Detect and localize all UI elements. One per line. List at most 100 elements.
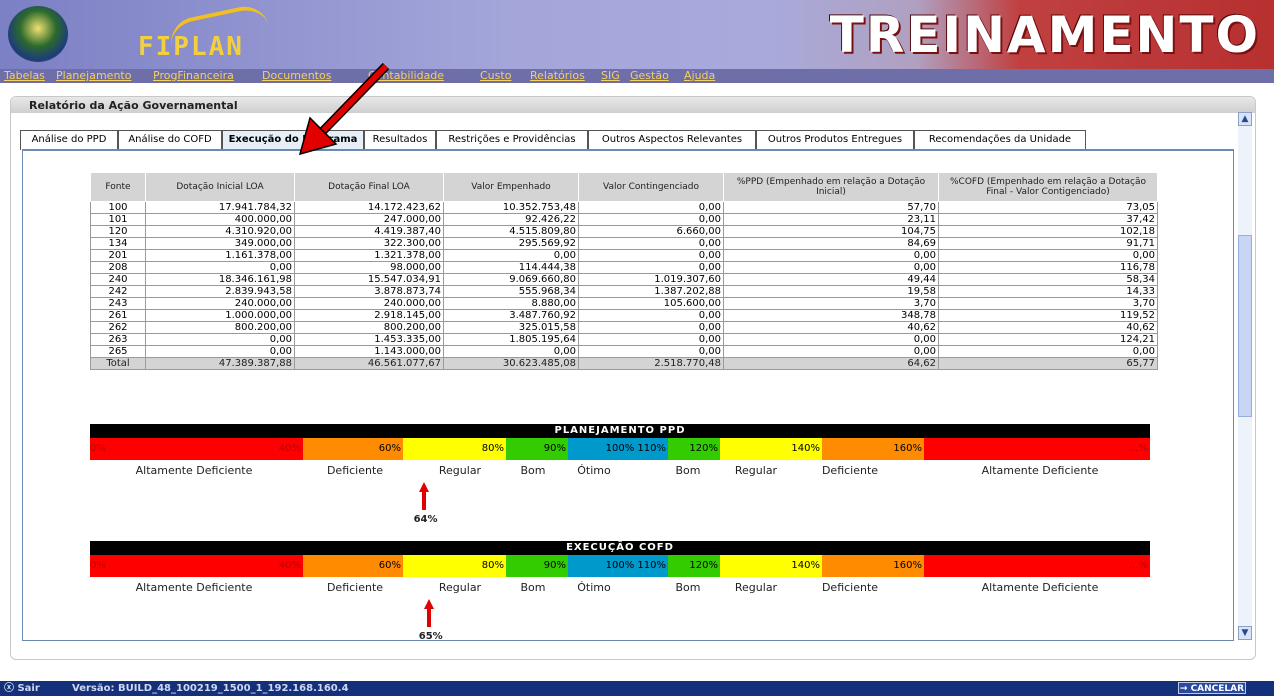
scale-segment-label: 100% 110% xyxy=(605,560,666,571)
fiplan-logo: FIPLAN xyxy=(138,32,244,62)
value-cell: 91,71 xyxy=(938,237,1158,250)
scale-segment: 40% 0% xyxy=(90,555,303,577)
value-cell: 0,00 xyxy=(938,345,1158,358)
fonte-cell: 262 xyxy=(90,321,146,334)
scale-segment-label: 140% xyxy=(791,443,820,454)
value-cell: 1.161.378,00 xyxy=(145,249,295,262)
scale-bar: 40% 0% 60% 80% 90% 100% 110% 120% 140% 160%...% xyxy=(90,438,1150,460)
value-cell: 116,78 xyxy=(938,261,1158,274)
tab-analise-ppd[interactable]: Análise do PPD xyxy=(20,130,118,150)
value-cell: 40,62 xyxy=(723,321,939,334)
scale-segment-label: 120% xyxy=(689,443,718,454)
value-cell: 0,00 xyxy=(723,345,939,358)
scale-segment-label: ...% xyxy=(1128,560,1148,571)
scale-segment: 100% 110% xyxy=(568,438,668,460)
value-cell: 295.569,92 xyxy=(443,237,579,250)
menu-item-sig[interactable]: SIG xyxy=(601,69,620,83)
scale-segment: 160% xyxy=(822,438,924,460)
menu-item-planejamento[interactable]: Planejamento xyxy=(56,69,131,83)
annotation-arrow-icon xyxy=(298,62,390,156)
menu-item-custo[interactable]: Custo xyxy=(480,69,511,83)
value-cell: 0,00 xyxy=(578,201,724,214)
table-row: 265 0,00 1.143.000,00 0,00 0,00 0,00 0,00 xyxy=(90,345,1158,358)
table-row: 263 0,00 1.453.335,00 1.805.195,64 0,00 0,00 1… xyxy=(90,333,1158,346)
value-cell: 57,70 xyxy=(723,201,939,214)
column-header-cofd: %COFD (Empenhado em relação a Dotação Fi… xyxy=(938,172,1158,202)
value-cell: 84,69 xyxy=(723,237,939,250)
panel-header: Relatório da Ação Governamental xyxy=(11,97,1255,113)
value-cell: 58,34 xyxy=(938,273,1158,286)
value-cell: 348,78 xyxy=(723,309,939,322)
scroll-up-icon[interactable]: ▲ xyxy=(1238,112,1252,126)
value-cell: 322.300,00 xyxy=(294,237,444,250)
tab-outros-aspectos[interactable]: Outros Aspectos Relevantes xyxy=(588,130,756,150)
scale-segment-label: 90% xyxy=(543,443,566,454)
value-cell: 1.019.307,60 xyxy=(578,273,724,286)
scale-start-label: 0% xyxy=(90,560,106,571)
fonte-cell: 120 xyxy=(90,225,146,238)
table-row: 208 0,00 98.000,00 114.444,38 0,00 0,00 116,78 xyxy=(90,261,1158,274)
value-cell: 4.419.387,40 xyxy=(294,225,444,238)
fonte-cell: 201 xyxy=(90,249,146,262)
column-header-dotacao-inicial: Dotação Inicial LOA xyxy=(145,172,295,202)
scale-planejamento-ppd: PLANEJAMENTO PPD 40% 0% 60% 80% 90% 100% 110%… xyxy=(90,424,1150,534)
value-cell: 247.000,00 xyxy=(294,213,444,226)
scale-segment: ...% xyxy=(924,555,1150,577)
total-label: Total xyxy=(90,357,146,370)
value-cell: 1.143.000,00 xyxy=(294,345,444,358)
value-cell: 0,00 xyxy=(578,345,724,358)
menu-item-ajuda[interactable]: Ajuda xyxy=(684,69,715,83)
value-cell: 15.547.034,91 xyxy=(294,273,444,286)
state-crest-logo xyxy=(8,6,68,62)
exit-button[interactable]: ⓧ Sair xyxy=(4,681,40,696)
close-circle-icon: ⓧ xyxy=(4,683,18,694)
value-cell: 6.660,00 xyxy=(578,225,724,238)
table-row: 261 1.000.000,00 2.918.145,00 3.487.760,92 0… xyxy=(90,309,1158,322)
column-header-valor-empenhado: Valor Empenhado xyxy=(443,172,579,202)
scale-segment-label: 60% xyxy=(378,443,401,454)
value-cell: 0,00 xyxy=(723,333,939,346)
value-cell: 0,00 xyxy=(578,309,724,322)
value-cell: 0,00 xyxy=(578,321,724,334)
value-cell: 555.968,34 xyxy=(443,285,579,298)
value-cell: 3,70 xyxy=(723,297,939,310)
environment-banner-title: TREINAMENTO xyxy=(829,6,1260,64)
value-cell: 19,58 xyxy=(723,285,939,298)
scale-segment-label: 160% xyxy=(893,443,922,454)
tab-restricoes-providencias[interactable]: Restrições e Providências xyxy=(436,130,588,150)
value-cell: 0,00 xyxy=(145,345,295,358)
scale-rating-label: Altamente Deficiente xyxy=(981,464,1099,477)
value-cell: 119,52 xyxy=(938,309,1158,322)
scale-segment-label: ...% xyxy=(1128,443,1148,454)
value-cell: 800.200,00 xyxy=(294,321,444,334)
table-body: 100 17.941.784,32 14.172.423,62 10.352.753,… xyxy=(90,201,1158,370)
value-cell: 2.918.145,00 xyxy=(294,309,444,322)
scale-bar: 40% 0% 60% 80% 90% 100% 110% 120% 140% 160%...% xyxy=(90,555,1150,577)
menu-item-gestao[interactable]: Gestão xyxy=(630,69,669,83)
scale-rating-label: Altamente Deficiente xyxy=(981,581,1099,594)
scale-segment: ...% xyxy=(924,438,1150,460)
table-row: 201 1.161.378,00 1.321.378,00 0,00 0,00 0,00 0… xyxy=(90,249,1158,262)
menu-item-progfinanceira[interactable]: ProgFinanceira xyxy=(153,69,234,83)
scale-segment-label: 60% xyxy=(378,560,401,571)
table-row: 243 240.000,00 240.000,00 8.880,00 105.600,0… xyxy=(90,297,1158,310)
value-cell: 4.515.809,80 xyxy=(443,225,579,238)
menu-item-relatorios[interactable]: Relatórios xyxy=(530,69,585,83)
scale-segment-label: 80% xyxy=(481,560,504,571)
tab-outros-produtos[interactable]: Outros Produtos Entregues xyxy=(756,130,914,150)
scale-segment: 80% xyxy=(403,438,506,460)
scale-segment-label: 120% xyxy=(689,560,718,571)
value-cell: 37,42 xyxy=(938,213,1158,226)
tab-analise-cofd[interactable]: Análise do COFD xyxy=(118,130,222,150)
tab-recomendacoes-unidade[interactable]: Recomendações da Unidade xyxy=(914,130,1086,150)
value-cell: 400.000,00 xyxy=(145,213,295,226)
scale-segment: 40% 0% xyxy=(90,438,303,460)
scroll-down-icon[interactable]: ▼ xyxy=(1238,626,1252,640)
scrollbar-thumb[interactable] xyxy=(1238,235,1252,417)
menu-item-tabelas[interactable]: Tabelas xyxy=(4,69,45,83)
value-cell: 18.346.161,98 xyxy=(145,273,295,286)
fonte-cell: 263 xyxy=(90,333,146,346)
total-cell: 46.561.077,67 xyxy=(294,357,444,370)
value-cell: 0,00 xyxy=(578,249,724,262)
cancel-button[interactable]: → CANCELAR xyxy=(1178,682,1246,694)
